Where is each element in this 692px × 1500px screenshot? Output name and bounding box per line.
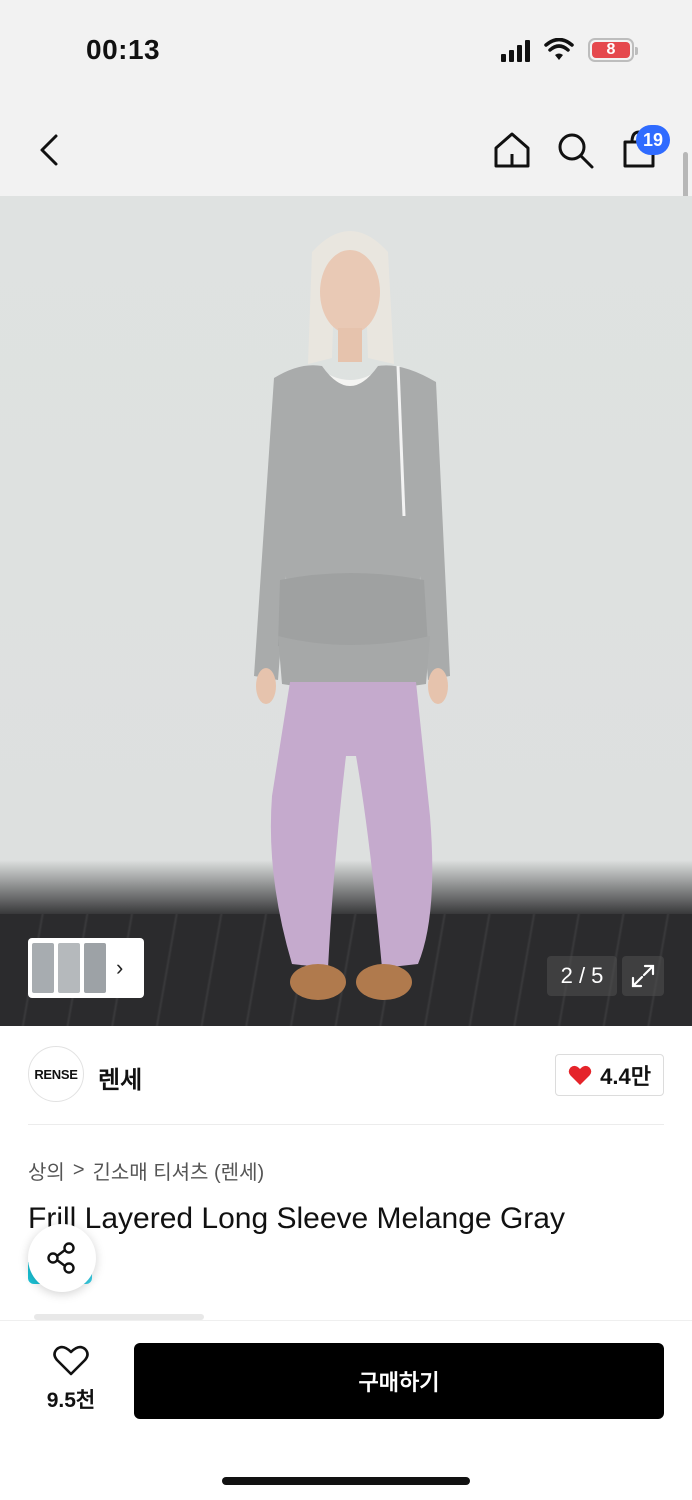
image-counter: 2 / 5 (547, 956, 617, 996)
back-arrow-icon[interactable] (28, 128, 72, 172)
divider (28, 1124, 664, 1125)
battery-level: 8 (592, 41, 630, 58)
status-icons: 8 (501, 38, 638, 62)
buy-button[interactable]: 구매하기 (134, 1343, 664, 1419)
bottom-action-bar: 9.5천 구매하기 (0, 1320, 692, 1500)
brand-logo[interactable]: RENSE (28, 1046, 84, 1102)
thumbnail-image (58, 943, 80, 993)
expand-icon[interactable] (622, 956, 664, 996)
cellular-signal-icon (501, 38, 530, 62)
share-icon (47, 1242, 75, 1274)
product-title: Frill Layered Long Sleeve Melange Gray (28, 1202, 565, 1235)
breadcrumb: 상의 > 긴소매 티셔츠 (렌세) (28, 1156, 264, 1185)
heart-outline-icon (53, 1345, 89, 1376)
thumbnail-image (32, 943, 54, 993)
cart-count-badge: 19 (636, 125, 670, 155)
product-photo-model (254, 231, 450, 1000)
thumbnail-image (84, 943, 106, 993)
home-indicator[interactable] (222, 1477, 470, 1485)
breadcrumb-category[interactable]: 상의 (28, 1156, 65, 1185)
wishlist-count: 9.5천 (46, 1389, 96, 1412)
brand-name[interactable]: 렌세 (98, 1060, 142, 1095)
share-button[interactable] (28, 1224, 96, 1292)
top-navigation (0, 100, 692, 196)
wifi-icon (544, 38, 574, 60)
home-icon[interactable] (490, 128, 534, 172)
product-image-gallery[interactable]: › 2 / 5 (0, 196, 692, 1026)
thumbnail-strip-button[interactable]: › (28, 938, 144, 998)
wishlist-button[interactable]: 9.5천 (38, 1345, 104, 1414)
breadcrumb-separator: > (72, 1159, 85, 1181)
brand-like-button[interactable]: 4.4만 (555, 1054, 664, 1096)
breadcrumb-subcategory[interactable]: 긴소매 티셔츠 (렌세) (93, 1156, 265, 1185)
chevron-right-icon: › (116, 955, 124, 980)
battery-icon: 8 (588, 38, 638, 62)
brand-row[interactable]: RENSE 렌세 4.4만 (28, 1046, 664, 1104)
search-icon[interactable] (553, 128, 597, 172)
heart-icon (568, 1065, 592, 1085)
status-bar: 00:13 8 (0, 0, 692, 100)
status-time: 00:13 (86, 34, 161, 65)
brand-like-count: 4.4만 (600, 1064, 651, 1089)
